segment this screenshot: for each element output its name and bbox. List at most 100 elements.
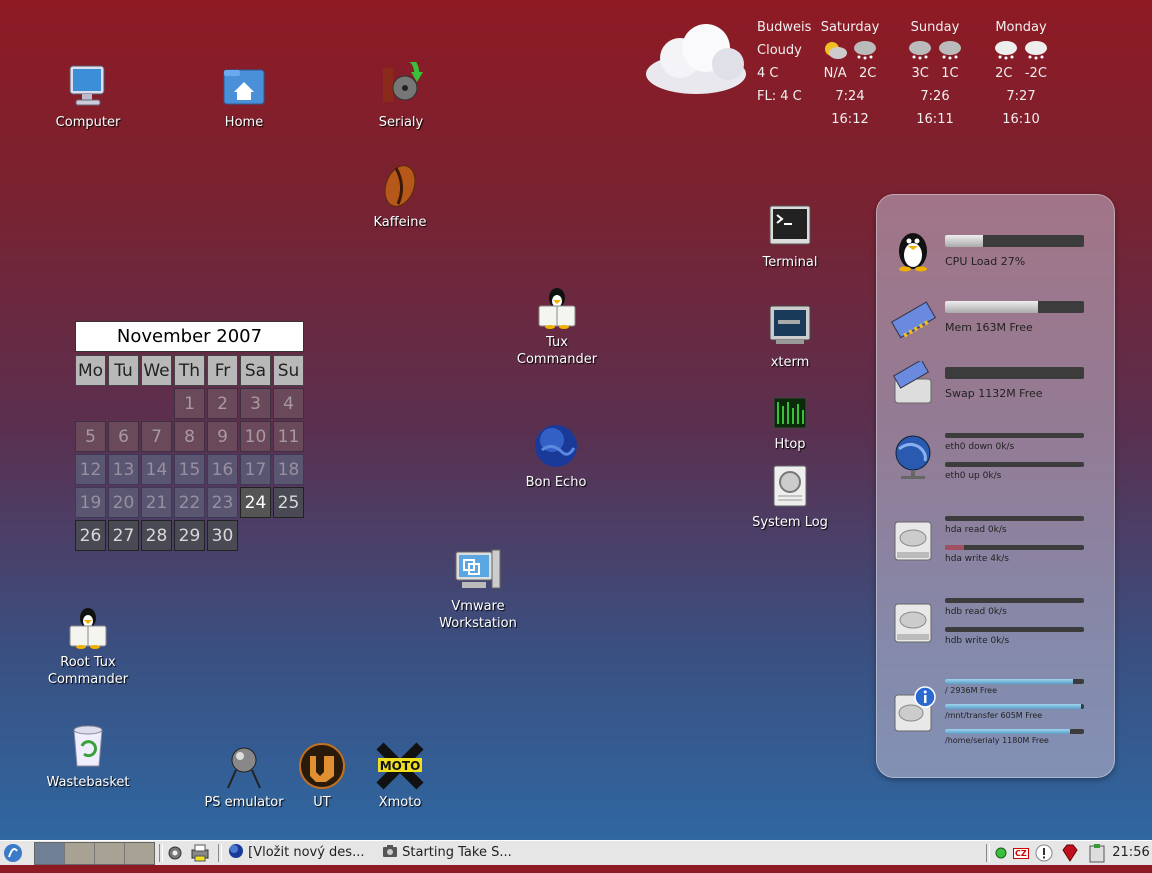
calendar-day[interactable]: 8 — [174, 421, 205, 452]
terminal-icon-shortcut[interactable]: Terminal — [740, 202, 840, 271]
hda-read-label: hda read 0k/s — [945, 525, 1007, 535]
trash-icon — [64, 722, 112, 770]
calendar-day[interactable]: 16 — [207, 454, 238, 485]
start-menu-button[interactable] — [2, 841, 26, 865]
hdb-read-bar — [945, 598, 1084, 603]
hda-write-label: hda write 4k/s — [945, 554, 1009, 564]
pager-desktop-4[interactable] — [125, 843, 154, 864]
weather-day-name: Saturday — [820, 20, 880, 35]
calendar-day[interactable]: 17 — [240, 454, 271, 485]
transfer-fs-label: /mnt/transfer 605M Free — [945, 711, 1043, 720]
calendar-day[interactable]: 12 — [75, 454, 106, 485]
taskbar-separator — [986, 844, 990, 862]
log-viewer-icon — [766, 462, 814, 510]
calendar-day[interactable]: 3 — [240, 388, 271, 419]
xterm-label: xterm — [770, 355, 810, 370]
weather-sunrise: 7:27 — [1006, 89, 1036, 104]
home-icon-shortcut[interactable]: Home — [194, 62, 294, 131]
calendar-day[interactable]: 23 — [207, 487, 238, 518]
htop-icon-shortcut[interactable]: Htop — [740, 392, 840, 453]
calendar-day[interactable]: 19 — [75, 487, 106, 518]
ram-chip-icon — [890, 301, 937, 339]
status-indicator[interactable] — [994, 841, 1010, 865]
wastebasket-icon-shortcut[interactable]: Wastebasket — [38, 722, 138, 791]
calendar-day[interactable]: 2 — [207, 388, 238, 419]
clock[interactable]: 21:56 — [1111, 841, 1151, 865]
calendar-day[interactable]: 18 — [273, 454, 304, 485]
home-fs-label: /home/serialy 1180M Free — [945, 736, 1049, 745]
ruby-tray-item[interactable] — [1060, 841, 1082, 865]
home-folder-icon — [220, 62, 268, 110]
computer-label: Computer — [55, 115, 121, 130]
kaffeine-icon-shortcut[interactable]: Kaffeine — [350, 162, 450, 231]
pager-desktop-2[interactable] — [65, 843, 95, 864]
notification-tray-item[interactable] — [1035, 841, 1055, 865]
ruby-gem-icon — [1062, 844, 1078, 862]
home-label: Home — [224, 115, 264, 130]
task-browser[interactable]: [Vložit nový des... — [228, 841, 376, 865]
calendar-today[interactable]: 24 — [240, 487, 271, 518]
htop-meter-icon — [766, 392, 814, 432]
weather-condition: Cloudy — [757, 43, 802, 58]
settings-launcher[interactable] — [166, 841, 186, 865]
calendar-day[interactable]: 11 — [273, 421, 304, 452]
snow-cloud-icon — [852, 39, 878, 61]
calendar-day[interactable]: 1 — [174, 388, 205, 419]
kaffeine-label: Kaffeine — [373, 215, 427, 230]
root-tux-commander-icon-shortcut[interactable]: Root Tux Commander — [38, 602, 138, 688]
calendar-day[interactable]: 21 — [141, 487, 172, 518]
computer-icon-shortcut[interactable]: Computer — [38, 62, 138, 131]
calendar-day[interactable]: 4 — [273, 388, 304, 419]
bon-echo-icon-shortcut[interactable]: Bon Echo — [506, 422, 606, 491]
calendar-day[interactable]: 14 — [141, 454, 172, 485]
hdb-write-bar — [945, 627, 1084, 632]
hdb-write-label: hdb write 0k/s — [945, 636, 1010, 646]
wastebasket-label: Wastebasket — [46, 775, 130, 790]
calendar-day[interactable]: 20 — [108, 487, 139, 518]
weather-temp: 4 C — [757, 66, 779, 81]
calendar-day[interactable]: 15 — [174, 454, 205, 485]
serialy-icon-shortcut[interactable]: Serialy — [351, 55, 451, 131]
task-browser-title: [Vložit nový des... — [248, 845, 365, 860]
calendar-day[interactable]: 6 — [108, 421, 139, 452]
calendar-day[interactable]: 5 — [75, 421, 106, 452]
calendar-day[interactable]: 30 — [207, 520, 238, 551]
cloud-icon — [646, 24, 746, 94]
tux-commander-label: Tux Commander — [516, 335, 598, 367]
calendar-day[interactable]: 13 — [108, 454, 139, 485]
xterm-icon-shortcut[interactable]: xterm — [740, 302, 840, 371]
calendar-day[interactable]: 28 — [141, 520, 172, 551]
memory-label: Mem 163M Free — [945, 321, 1033, 334]
transfer-fs-bar — [945, 704, 1084, 709]
swap-bar — [945, 367, 1084, 379]
calendar-day[interactable]: 10 — [240, 421, 271, 452]
vmware-label: Vmware Workstation — [439, 599, 517, 631]
calendar-empty-cell — [141, 388, 172, 419]
calendar-month-title[interactable]: November 2007 — [75, 321, 304, 352]
calendar-day[interactable]: 9 — [207, 421, 238, 452]
pager-desktop-3[interactable] — [95, 843, 125, 864]
weather-sunrise: 7:26 — [920, 89, 950, 104]
calendar-day[interactable]: 29 — [174, 520, 205, 551]
calendar-day[interactable]: 22 — [174, 487, 205, 518]
printer-launcher[interactable] — [190, 841, 212, 865]
system-log-icon-shortcut[interactable]: System Log — [740, 462, 840, 531]
calendar-day[interactable]: 7 — [141, 421, 172, 452]
tux-commander-icon-shortcut[interactable]: Tux Commander — [505, 282, 609, 368]
root-tux-commander-label: Root Tux Commander — [47, 655, 129, 687]
keyboard-layout-indicator[interactable]: CZ — [1013, 841, 1031, 865]
calendar-day[interactable]: 27 — [108, 520, 139, 551]
task-screenshot[interactable]: Starting Take S... — [382, 841, 530, 865]
weekday-header: Su — [273, 355, 304, 386]
calendar-day[interactable]: 26 — [75, 520, 106, 551]
coffee-bean-icon — [376, 162, 424, 210]
klipper-tray-item[interactable] — [1087, 841, 1109, 865]
serialy-label: Serialy — [378, 115, 424, 130]
cpu-load-bar — [945, 235, 1084, 247]
xmoto-icon-shortcut[interactable]: MOTO Xmoto — [350, 742, 450, 811]
pager-desktop-1[interactable] — [35, 843, 65, 864]
tux-penguin-icon — [64, 602, 112, 650]
home-fs-bar — [945, 729, 1084, 734]
calendar-day[interactable]: 25 — [273, 487, 304, 518]
vmware-icon-shortcut[interactable]: Vmware Workstation — [428, 546, 528, 632]
